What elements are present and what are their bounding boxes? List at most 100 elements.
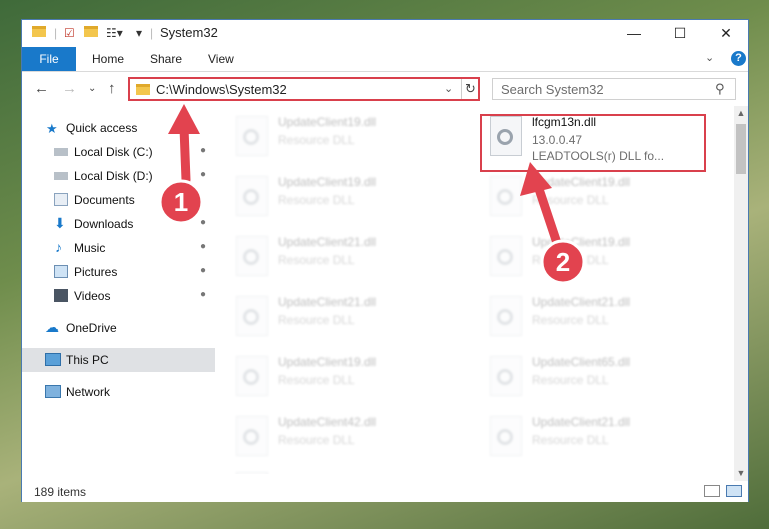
pin-icon[interactable]: ● (200, 169, 206, 180)
file-type: Resource DLL (532, 373, 609, 387)
address-path[interactable]: C:\Windows\System32 (156, 82, 287, 97)
file-type: Resource DLL (278, 253, 355, 267)
pin-icon[interactable]: ● (200, 145, 206, 156)
file-type: Resource DLL (278, 313, 355, 327)
customize-toolbar-icon[interactable]: ▾ (136, 26, 142, 40)
file-name: UpdateClient21.dll (278, 295, 377, 309)
file-item[interactable]: UpdateClient21.dll Resource DLL (228, 292, 458, 348)
download-arrow-icon: ⬇ (54, 215, 66, 231)
refresh-icon[interactable]: ↻ (461, 79, 479, 99)
close-button[interactable]: ✕ (703, 20, 749, 47)
scroll-thumb[interactable] (736, 124, 746, 174)
file-name: UpdateClient19.dll (278, 355, 377, 369)
folder-icon (32, 26, 46, 40)
file-item[interactable]: UpdateClient21.dll Resource DLL (482, 412, 712, 468)
file-type: Resource DLL (532, 193, 609, 207)
view-options-icon[interactable]: ☷▾ (106, 26, 123, 40)
sidebar-item-videos[interactable]: Videos ● (22, 284, 215, 308)
sidebar-item-pictures[interactable]: Pictures ● (22, 260, 215, 284)
separator: | (150, 26, 154, 40)
back-arrow-icon[interactable]: ← (34, 80, 49, 97)
dll-file-icon (490, 236, 522, 276)
file-explorer-window: | ☑ ☷▾ ▾ | System32 — ☐ ✕ File Home Shar… (21, 19, 749, 502)
new-folder-icon[interactable] (84, 26, 98, 40)
dll-file-icon (236, 472, 268, 474)
pin-icon[interactable]: ● (200, 265, 206, 276)
forward-arrow-icon[interactable]: → (62, 80, 77, 97)
vertical-scrollbar[interactable]: ▲ ▼ (734, 106, 748, 482)
pin-icon[interactable]: ● (200, 217, 206, 228)
computer-icon (45, 353, 61, 366)
large-icons-view-icon[interactable] (726, 485, 742, 497)
file-name: UpdateClient19.dll (532, 235, 631, 249)
ribbon-tabs: File Home Share View ⌄ ? (22, 47, 748, 72)
file-name: UpdateClient21.dll (278, 235, 377, 249)
file-item[interactable]: UpdateClient19.dll Resource DLL (228, 172, 458, 228)
music-note-icon: ♪ (55, 239, 62, 255)
file-item[interactable]: UpdateClient19.dll Resource DLL (228, 112, 458, 168)
cloud-icon: ☁ (45, 319, 59, 335)
file-type: Resource DLL (532, 253, 609, 267)
minimize-button[interactable]: — (611, 20, 657, 47)
tab-file[interactable]: File (22, 47, 76, 71)
network-icon (45, 385, 61, 398)
sidebar-item-downloads[interactable]: ⬇ Downloads ● (22, 212, 215, 236)
sidebar-item-quick-access[interactable]: ★ Quick access (22, 116, 215, 140)
maximize-button[interactable]: ☐ (657, 20, 703, 47)
sidebar-item-onedrive[interactable]: ☁ OneDrive (22, 316, 215, 340)
sidebar-item-local-disk-c[interactable]: Local Disk (C:) ● (22, 140, 215, 164)
file-type: Resource DLL (532, 313, 609, 327)
file-item[interactable]: UpdateClient65.dll Resource DLL (482, 352, 712, 408)
highlight-box (480, 114, 706, 172)
file-item[interactable]: UpdateClient21.dll Resource DLL (482, 292, 712, 348)
pin-icon[interactable]: ● (200, 289, 206, 300)
details-view-icon[interactable] (704, 485, 720, 497)
window-title: System32 (160, 25, 218, 40)
search-placeholder: Search System32 (501, 82, 604, 97)
file-name: UpdateClient19.dll (532, 175, 631, 189)
pictures-icon (54, 265, 68, 278)
sidebar-item-label: Local Disk (D:) (74, 169, 153, 183)
address-bar[interactable]: C:\Windows\System32 ⌄ ↻ (128, 77, 480, 101)
search-icon[interactable]: ⚲ (715, 81, 725, 97)
pin-icon[interactable]: ● (200, 241, 206, 252)
file-item-partial[interactable] (228, 418, 458, 474)
tab-view[interactable]: View (208, 47, 234, 71)
dll-file-icon (490, 356, 522, 396)
properties-icon[interactable]: ☑ (64, 26, 75, 40)
chevron-down-icon[interactable]: ⌄ (444, 82, 453, 95)
file-name: UpdateClient21.dll (532, 415, 631, 429)
sidebar-item-network[interactable]: Network (22, 380, 215, 404)
scroll-up-icon[interactable]: ▲ (734, 108, 748, 118)
scroll-down-icon[interactable]: ▼ (734, 468, 748, 478)
sidebar-item-local-disk-d[interactable]: Local Disk (D:) ● (22, 164, 215, 188)
sidebar-item-label: Documents (74, 193, 135, 207)
file-item[interactable]: UpdateClient21.dll Resource DLL (228, 232, 458, 288)
folder-icon (136, 84, 150, 95)
title-bar: | ☑ ☷▾ ▾ | System32 — ☐ ✕ (22, 20, 748, 47)
file-type: Resource DLL (532, 433, 609, 447)
tab-home[interactable]: Home (92, 47, 124, 71)
file-item[interactable]: UpdateClient19.dll Resource DLL (482, 232, 712, 288)
file-name: UpdateClient65.dll (532, 355, 631, 369)
dll-file-icon (490, 176, 522, 216)
sidebar-item-label: OneDrive (66, 321, 117, 335)
file-item[interactable]: UpdateClient19.dll Resource DLL (482, 172, 712, 228)
sidebar-item-documents[interactable]: Documents (22, 188, 215, 212)
sidebar-item-music[interactable]: ♪ Music ● (22, 236, 215, 260)
sidebar-item-label: Pictures (74, 265, 118, 279)
file-item[interactable]: UpdateClient19.dll Resource DLL (228, 352, 458, 408)
tab-share[interactable]: Share (150, 47, 182, 71)
search-input[interactable]: Search System32 ⚲ (492, 78, 736, 100)
up-arrow-icon[interactable]: ↑ (108, 80, 116, 97)
sidebar-item-this-pc[interactable]: This PC (22, 348, 215, 372)
separator: | (54, 26, 58, 40)
help-icon[interactable]: ? (731, 51, 746, 66)
sidebar-item-label: Quick access (66, 121, 138, 135)
sidebar-item-label: This PC (66, 353, 109, 367)
status-bar: 189 items (22, 481, 748, 502)
chevron-down-icon[interactable]: ⌄ (705, 51, 714, 64)
recent-locations-icon[interactable]: ⌄ (88, 83, 96, 94)
drive-icon (54, 172, 68, 180)
file-name: UpdateClient19.dll (278, 175, 377, 189)
